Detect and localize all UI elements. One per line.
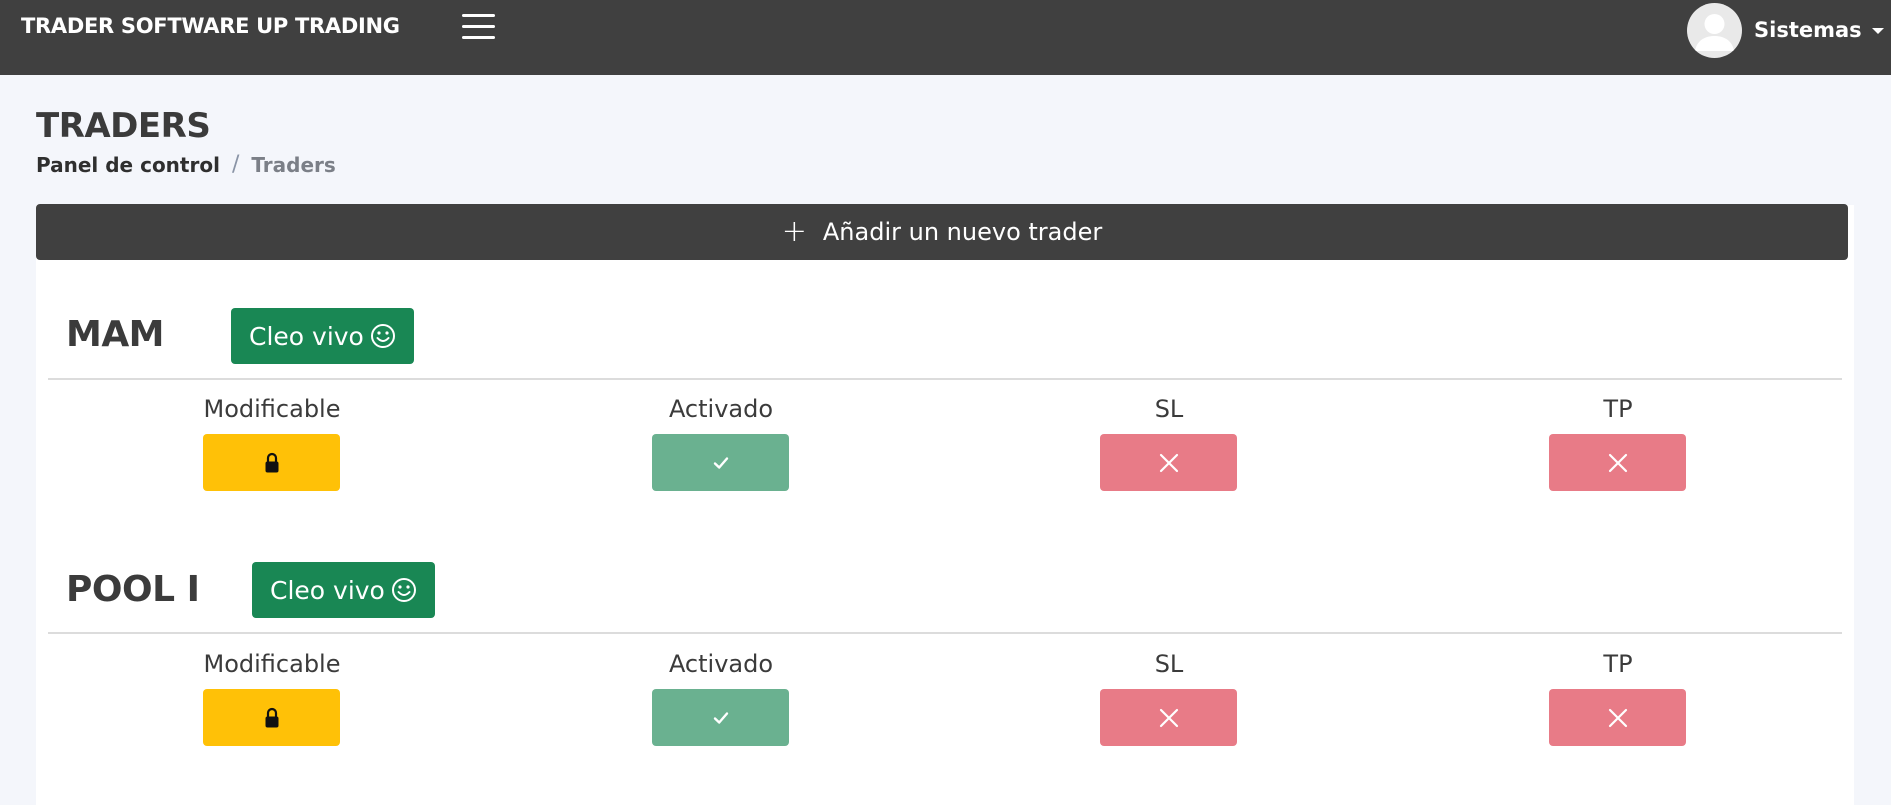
trader-button-mam[interactable]: Cleo vivo: [231, 308, 414, 364]
user-menu[interactable]: Sistemas: [1687, 2, 1884, 58]
column-label-modificable: Modificable: [203, 650, 341, 678]
activado-button-mam[interactable]: [652, 434, 789, 491]
user-name: Sistemas: [1754, 18, 1862, 42]
modificable-button-mam[interactable]: [203, 434, 340, 491]
brand-title[interactable]: TRADER SOFTWARE UP TRADING: [21, 14, 400, 38]
user-avatar-icon: [1687, 2, 1742, 58]
check-icon: [713, 711, 728, 724]
tp-button-mam[interactable]: [1549, 434, 1686, 491]
trader-label: Cleo vivo: [249, 321, 364, 351]
breadcrumb-home-link[interactable]: Panel de control: [36, 153, 220, 177]
add-trader-button[interactable]: + Añadir un nuevo trader: [36, 204, 1848, 260]
column-label-tp: TP: [1603, 650, 1633, 678]
modificable-button-pool-i[interactable]: [203, 689, 340, 746]
section-divider: [48, 378, 1842, 380]
breadcrumb-current: Traders: [251, 152, 336, 177]
breadcrumb-separator: /: [231, 152, 240, 177]
column-label-sl: SL: [1154, 395, 1184, 423]
chevron-down-icon: [1871, 28, 1884, 34]
check-icon: [713, 456, 728, 469]
column-label-modificable: Modificable: [203, 395, 341, 423]
page-title: TRADERS: [36, 106, 211, 146]
breadcrumb: Panel de control / Traders: [36, 152, 336, 177]
top-navbar: TRADER SOFTWARE UP TRADING Sistemas: [0, 0, 1891, 75]
add-trader-label: Añadir un nuevo trader: [822, 218, 1103, 246]
trader-button-pool-i[interactable]: Cleo vivo: [252, 562, 435, 618]
section-divider: [48, 632, 1842, 634]
sl-button-pool-i[interactable]: [1100, 689, 1237, 746]
trader-label: Cleo vivo: [270, 575, 385, 605]
x-icon: [1608, 453, 1627, 472]
lock-icon: [265, 707, 278, 727]
x-icon: [1608, 708, 1627, 727]
x-icon: [1159, 453, 1178, 472]
smile-icon: [370, 324, 395, 348]
lock-icon: [265, 452, 278, 472]
column-label-activado: Activado: [668, 395, 774, 423]
hamburger-icon[interactable]: [462, 14, 498, 44]
sl-button-mam[interactable]: [1100, 434, 1237, 491]
column-label-activado: Activado: [668, 650, 774, 678]
section-title-mam: MAM: [66, 314, 165, 355]
column-label-sl: SL: [1154, 650, 1184, 678]
section-title-pool-i: POOL I: [66, 569, 200, 610]
plus-icon: +: [781, 214, 807, 249]
column-label-tp: TP: [1603, 395, 1633, 423]
smile-icon: [391, 578, 416, 602]
x-icon: [1159, 708, 1178, 727]
activado-button-pool-i[interactable]: [652, 689, 789, 746]
tp-button-pool-i[interactable]: [1549, 689, 1686, 746]
